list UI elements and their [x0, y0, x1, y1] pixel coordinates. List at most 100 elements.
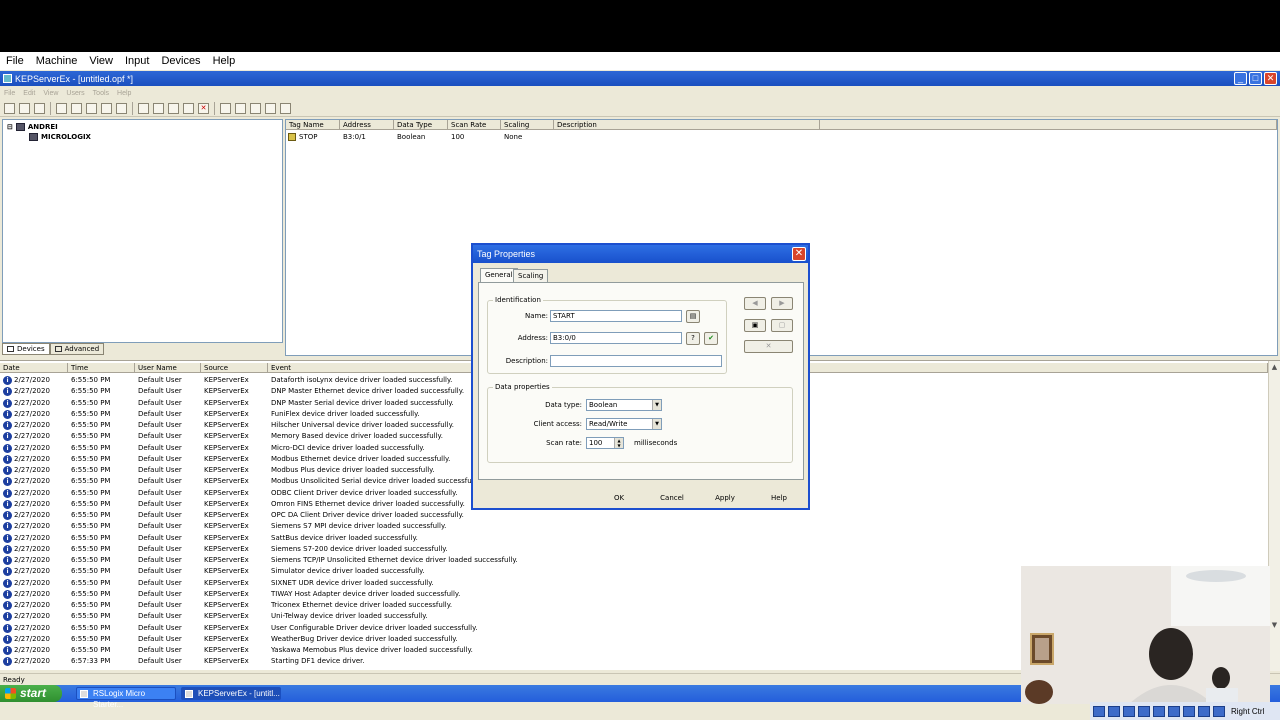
save-icon[interactable] [34, 102, 45, 114]
tray-monitor-icon[interactable] [1168, 705, 1180, 717]
ok-button[interactable]: OK [606, 491, 632, 505]
log-time: 6:55:50 PM [71, 544, 111, 553]
tab-advanced[interactable]: Advanced [49, 343, 105, 355]
tray-usb-icon[interactable] [1108, 705, 1120, 717]
next-tag-icon[interactable]: ▶ [771, 297, 793, 310]
scroll-up-icon[interactable]: ▲ [1269, 362, 1280, 373]
tray-keyboard-icon[interactable] [1213, 705, 1225, 717]
task-kepserver[interactable]: KEPServerEx - [untitl... [181, 687, 281, 700]
app-menu-help[interactable]: Help [113, 90, 135, 97]
properties-icon[interactable] [220, 102, 231, 114]
device-label: MICROLOGIX [41, 133, 91, 141]
col-source[interactable]: Source [201, 363, 268, 373]
col-address[interactable]: Address [340, 120, 394, 130]
cancel-button[interactable]: Cancel [655, 491, 689, 505]
help-button[interactable]: Help [764, 491, 794, 505]
tray-mouse-icon[interactable] [1198, 705, 1210, 717]
tab-scaling[interactable]: Scaling [513, 269, 549, 282]
name-field[interactable]: START [550, 310, 682, 322]
tree-device[interactable]: MICROLOGIX [29, 132, 91, 142]
scan-rate-spinner[interactable]: ▲ ▼ [614, 438, 623, 448]
database-icon[interactable] [265, 102, 276, 114]
tray-folder-icon[interactable] [1153, 705, 1165, 717]
tools-icon[interactable] [250, 102, 261, 114]
delete-tag-icon[interactable]: ✕ [744, 340, 793, 353]
tray-network-icon[interactable] [1093, 705, 1105, 717]
undo-icon[interactable] [138, 102, 149, 114]
list-item[interactable]: i 2/27/2020 6:55:50 PM Default User KEPServe… [0, 533, 1268, 544]
runtime-icon[interactable] [280, 102, 291, 114]
new-device-icon[interactable] [71, 102, 82, 114]
chevron-down-icon[interactable]: ▼ [652, 400, 661, 410]
data-type-select[interactable]: Boolean ▼ [586, 399, 662, 411]
new-icon[interactable] [4, 102, 15, 114]
tray-capture-icon[interactable] [1183, 705, 1195, 717]
paste-icon[interactable] [183, 102, 194, 114]
address-help-icon[interactable]: ? [686, 332, 700, 345]
scroll-down-icon[interactable]: ▼ [1269, 620, 1280, 631]
client-access-select[interactable]: Read/Write ▼ [586, 418, 662, 430]
col-scaling[interactable]: Scaling [501, 120, 554, 130]
info-icon: i [3, 567, 12, 577]
col-date[interactable]: Date [0, 363, 68, 373]
tag-browse-icon[interactable]: ▤ [686, 310, 700, 323]
log-event: Modbus Unsolicited Serial device driver … [271, 477, 481, 486]
col-data-type[interactable]: Data Type [394, 120, 448, 130]
bulk-tag-icon[interactable] [116, 102, 127, 114]
list-item[interactable]: i 2/27/2020 6:55:50 PM Default User KEPServe… [0, 510, 1268, 521]
maximize-button[interactable]: □ [1249, 72, 1262, 85]
list-item[interactable]: i 2/27/2020 6:55:50 PM Default User KEPServe… [0, 555, 1268, 566]
tree-channel[interactable]: ⊟ ANDREI [7, 122, 58, 132]
col-scan-rate[interactable]: Scan Rate [448, 120, 501, 130]
menu-machine[interactable]: Machine [30, 55, 84, 67]
description-field[interactable] [550, 355, 722, 367]
validate-check-icon[interactable]: ✔ [704, 332, 718, 345]
menu-help[interactable]: Help [207, 55, 242, 67]
chevron-down-icon[interactable]: ▼ [652, 419, 661, 429]
dialog-close-button[interactable]: ✕ [792, 247, 806, 261]
app-menu-edit[interactable]: Edit [19, 90, 39, 97]
log-user: Default User [138, 612, 182, 621]
previous-tag-icon[interactable]: ◀ [744, 297, 766, 310]
app-menu-tools[interactable]: Tools [89, 90, 113, 97]
tab-general[interactable]: General [480, 268, 518, 282]
col-tag-name[interactable]: Tag Name [286, 120, 340, 130]
scan-rate-field[interactable]: 100 ▲ ▼ [586, 437, 624, 449]
menu-view[interactable]: View [83, 55, 119, 67]
new-group-icon[interactable] [86, 102, 97, 114]
col-empty [820, 120, 1277, 130]
duplicate-tag-icon[interactable]: ▢ [771, 319, 793, 332]
col-user-name[interactable]: User Name [135, 363, 201, 373]
tray-disk-icon[interactable] [1138, 705, 1150, 717]
delete-icon[interactable]: ✕ [198, 102, 209, 114]
new-tag-icon-button[interactable]: ▣ [744, 319, 766, 332]
tray-display-icon[interactable] [1123, 705, 1135, 717]
copy-icon[interactable] [168, 102, 179, 114]
task-rslogix[interactable]: RSLogix Micro Starter... [76, 687, 176, 709]
address-field[interactable]: B3:0/0 [550, 332, 682, 344]
new-tag-icon[interactable] [101, 102, 112, 114]
app-menu-view[interactable]: View [39, 90, 62, 97]
menu-devices[interactable]: Devices [155, 55, 206, 67]
collapse-icon[interactable]: ⊟ [7, 123, 13, 131]
start-button[interactable]: start [0, 685, 62, 702]
menu-input[interactable]: Input [119, 55, 155, 67]
list-item[interactable]: i 2/27/2020 6:55:50 PM Default User KEPServe… [0, 521, 1268, 532]
col-time[interactable]: Time [68, 363, 135, 373]
menu-file[interactable]: File [0, 55, 30, 67]
log-source: KEPServerEx [204, 387, 249, 396]
close-button[interactable]: ✕ [1264, 72, 1277, 85]
app-menu-users[interactable]: Users [62, 90, 88, 97]
open-icon[interactable] [19, 102, 30, 114]
col-description[interactable]: Description [554, 120, 820, 130]
tab-devices[interactable]: Devices [2, 343, 50, 355]
list-item[interactable]: i 2/27/2020 6:55:50 PM Default User KEPServe… [0, 544, 1268, 555]
apply-button[interactable]: Apply [710, 491, 740, 505]
cut-icon[interactable] [153, 102, 164, 114]
log-user: Default User [138, 623, 182, 632]
info-icon: i [3, 623, 12, 633]
app-menu-file[interactable]: File [0, 90, 19, 97]
new-channel-icon[interactable] [56, 102, 67, 114]
quick-client-icon[interactable] [235, 102, 246, 114]
minimize-button[interactable]: _ [1234, 72, 1247, 85]
